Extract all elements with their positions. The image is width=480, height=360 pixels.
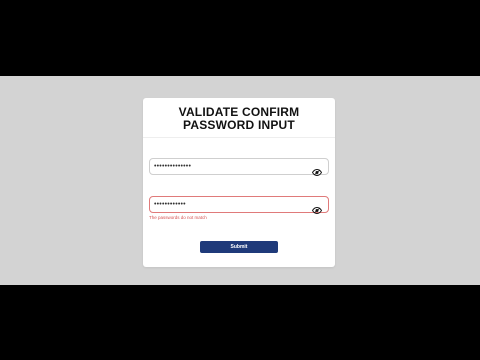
toggle-confirm-password-visibility-icon[interactable] (311, 201, 323, 214)
app-frame: VALIDATE CONFIRM PASSWORD INPUT ••••••••… (0, 76, 480, 285)
password-field[interactable]: •••••••••••••• (149, 158, 329, 176)
page-title: VALIDATE CONFIRM PASSWORD INPUT (178, 105, 300, 132)
confirm-password-masked-value: •••••••••••• (154, 201, 186, 208)
toggle-password-visibility-icon[interactable] (311, 163, 323, 176)
submit-button[interactable]: Submit (200, 241, 278, 253)
form-card: VALIDATE CONFIRM PASSWORD INPUT ••••••••… (143, 98, 335, 267)
confirm-password-field[interactable]: •••••••••••• (149, 196, 329, 214)
title-divider (143, 137, 335, 138)
password-masked-value: •••••••••••••• (154, 163, 192, 170)
password-mismatch-error: The passwords do not match (149, 215, 207, 220)
